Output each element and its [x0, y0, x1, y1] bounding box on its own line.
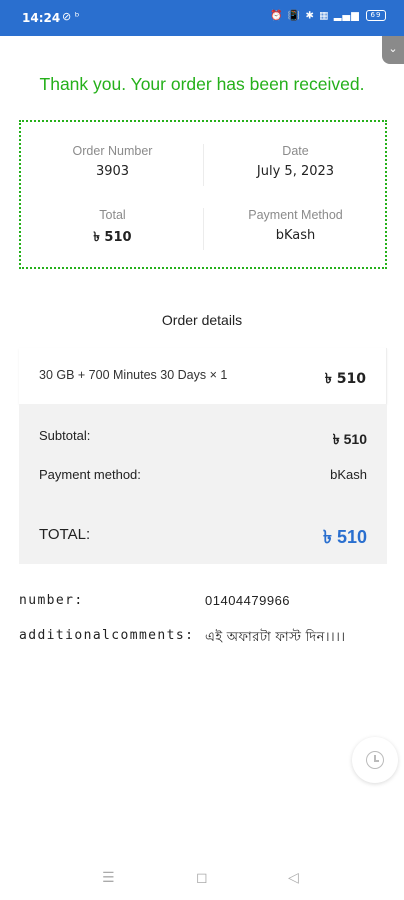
number-field-label: number: [19, 593, 84, 608]
total-label: Total [99, 208, 126, 222]
payment-method-row-label: Payment method: [39, 467, 141, 482]
comments-field-label: additionalcomments: [19, 628, 195, 643]
number-field-row: number: 01404479966 [19, 593, 389, 608]
back-icon[interactable]: ◁ [288, 870, 299, 886]
subtotal-label: Subtotal: [39, 428, 91, 443]
order-item-name[interactable]: 30 GB + 700 Minutes 30 Days × 1 [39, 368, 227, 382]
payment-method-row-value: bKash [330, 467, 367, 482]
order-details-title: Order details [161, 312, 243, 328]
comments-field-row: additionalcomments: এই অফারটা ফাস্ট দিন।… [19, 628, 389, 644]
grand-total-value: ৳ 510 [323, 527, 367, 547]
date-cell: Date July 5, 2023 [204, 144, 387, 179]
number-field-value: 01404479966 [205, 593, 291, 608]
notification-icons: ⊘ ᵇ [62, 10, 80, 23]
battery-icon: 69 [366, 10, 386, 21]
clock-icon [366, 751, 384, 769]
payment-method-cell: Payment Method bKash [204, 208, 387, 243]
grand-total-label: TOTAL: [39, 526, 91, 543]
order-number-cell: Order Number 3903 [21, 144, 204, 179]
order-item-price: ৳ 510 [324, 371, 366, 387]
history-button[interactable] [352, 737, 398, 783]
status-bar: 14:24 ⊘ ᵇ ⏰ 📳 ✱ ▦ ▂▄▆ 69 [0, 0, 404, 36]
scroll-chevron-icon[interactable]: ⌄ [382, 36, 404, 64]
system-status-icons: ⏰ 📳 ✱ ▦ ▂▄▆ [270, 10, 360, 22]
payment-method-value: bKash [275, 228, 316, 243]
order-number-value: 3903 [95, 164, 130, 179]
system-nav-bar: ☰ ◻ ◁ [0, 858, 404, 900]
date-label: Date [282, 144, 309, 158]
order-details-table: 30 GB + 700 Minutes 30 Days × 1 ৳ 510 Su… [19, 348, 387, 564]
total-cell: Total ৳ 510 [21, 208, 204, 249]
order-summary-box: Order Number 3903 Date July 5, 2023 Tota… [19, 120, 387, 269]
payment-method-row: Payment method: bKash [39, 467, 367, 482]
system-icons: ⏰ 📳 ✱ ▦ ▂▄▆ 69 [270, 10, 386, 22]
status-time: 14:24 [22, 11, 61, 25]
order-totals: Subtotal: ৳ 510 Payment method: bKash TO… [19, 404, 387, 564]
thank-you-message: Thank you. Your order has been received. [39, 74, 365, 94]
order-item-row: 30 GB + 700 Minutes 30 Days × 1 ৳ 510 [19, 348, 387, 404]
subtotal-value: ৳ 510 [332, 431, 367, 447]
date-value: July 5, 2023 [256, 164, 335, 179]
total-value: ৳ 510 [93, 230, 132, 245]
home-icon[interactable]: ◻ [196, 870, 208, 886]
comments-field-value: এই অফারটা ফাস্ট দিন।।।। [205, 629, 346, 644]
order-number-label: Order Number [72, 144, 153, 158]
menu-icon[interactable]: ☰ [102, 870, 115, 886]
grand-total-row: TOTAL: ৳ 510 [39, 526, 367, 547]
subtotal-row: Subtotal: ৳ 510 [39, 428, 367, 447]
payment-method-label: Payment Method [248, 208, 343, 222]
